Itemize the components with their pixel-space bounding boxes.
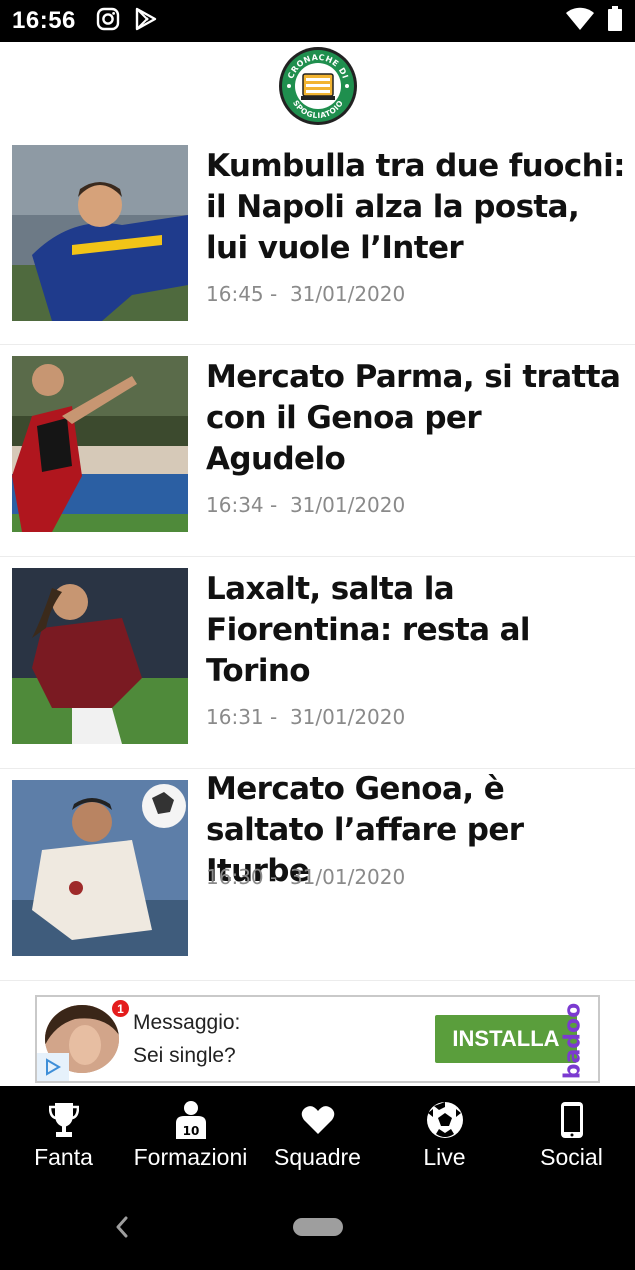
bottom-navigation: Fanta 10 Formazioni Squadre Live Social xyxy=(0,1086,635,1186)
nav-label-squadre: Squadre xyxy=(274,1144,361,1170)
news-thumbnail[interactable] xyxy=(12,568,188,744)
news-meta: 16:45 - 31/01/2020 xyxy=(206,282,406,306)
ad-install-button[interactable]: INSTALLA xyxy=(435,1015,577,1063)
play-store-icon xyxy=(134,7,158,36)
nav-item-squadre[interactable]: Squadre xyxy=(254,1086,381,1186)
news-thumbnail[interactable] xyxy=(12,145,188,321)
heart-icon xyxy=(301,1100,335,1140)
news-time: 16:34 xyxy=(206,493,264,517)
news-date: 31/01/2020 xyxy=(289,865,406,889)
nav-item-social[interactable]: Social xyxy=(508,1086,635,1186)
home-button[interactable] xyxy=(293,1218,343,1236)
status-bar: 16:56 xyxy=(0,0,635,42)
smartphone-icon xyxy=(560,1100,584,1140)
system-navigation-bar xyxy=(0,1186,635,1270)
app-header: CRONACHE DI SPOGLIATOIO xyxy=(0,42,635,134)
news-date: 31/01/2020 xyxy=(289,705,406,729)
nav-label-social: Social xyxy=(540,1144,603,1170)
news-date: 31/01/2020 xyxy=(289,493,406,517)
wifi-icon xyxy=(565,7,595,36)
ad-choices-icon[interactable] xyxy=(37,1053,69,1081)
news-meta: 16:31 - 31/01/2020 xyxy=(206,705,406,729)
battery-icon xyxy=(607,5,623,37)
app-logo[interactable]: CRONACHE DI SPOGLIATOIO xyxy=(278,46,358,131)
player-icon: 10 xyxy=(174,1100,208,1140)
soccer-ball-icon xyxy=(426,1100,464,1140)
nav-label-fanta: Fanta xyxy=(34,1144,93,1170)
nav-item-formazioni[interactable]: 10 Formazioni xyxy=(127,1086,254,1186)
nav-item-fanta[interactable]: Fanta xyxy=(0,1086,127,1186)
ad-banner[interactable]: 1 Messaggio: Sei single? INSTALLA badoo xyxy=(35,995,600,1083)
ad-brand-logo: badoo xyxy=(560,1002,586,1080)
svg-text:10: 10 xyxy=(182,1124,199,1138)
back-icon[interactable] xyxy=(112,1214,132,1245)
news-meta: 16:34 - 31/01/2020 xyxy=(206,493,406,517)
instagram-icon xyxy=(96,7,120,36)
ad-subtitle: Sei single? xyxy=(133,1044,236,1067)
news-thumbnail[interactable] xyxy=(12,780,188,956)
news-title[interactable]: Laxalt, salta la Fiorentina: resta al To… xyxy=(206,569,625,692)
news-list: Kumbulla tra due fuochi: il Napoli alza … xyxy=(0,134,635,981)
news-title[interactable]: Mercato Parma, si tratta con il Genoa pe… xyxy=(206,357,625,480)
news-item[interactable]: Mercato Parma, si tratta con il Genoa pe… xyxy=(0,345,635,557)
news-date: 31/01/2020 xyxy=(289,282,406,306)
nav-item-live[interactable]: Live xyxy=(381,1086,508,1186)
news-item[interactable]: Mercato Genoa, è saltato l’affare per It… xyxy=(0,769,635,981)
news-time: 16:30 xyxy=(206,865,264,889)
trophy-icon xyxy=(48,1100,79,1140)
ad-title: Messaggio: xyxy=(133,1011,241,1034)
news-meta: 16:30 - 31/01/2020 xyxy=(206,865,406,889)
news-time: 16:31 xyxy=(206,705,264,729)
ad-notification-badge: 1 xyxy=(110,998,131,1019)
news-title[interactable]: Kumbulla tra due fuochi: il Napoli alza … xyxy=(206,146,625,269)
status-time: 16:56 xyxy=(12,7,76,34)
news-time: 16:45 xyxy=(206,282,264,306)
news-item[interactable]: Kumbulla tra due fuochi: il Napoli alza … xyxy=(0,134,635,345)
news-thumbnail[interactable] xyxy=(12,356,188,532)
nav-label-formazioni: Formazioni xyxy=(133,1144,248,1170)
news-item[interactable]: Laxalt, salta la Fiorentina: resta al To… xyxy=(0,557,635,769)
nav-label-live: Live xyxy=(423,1144,466,1170)
